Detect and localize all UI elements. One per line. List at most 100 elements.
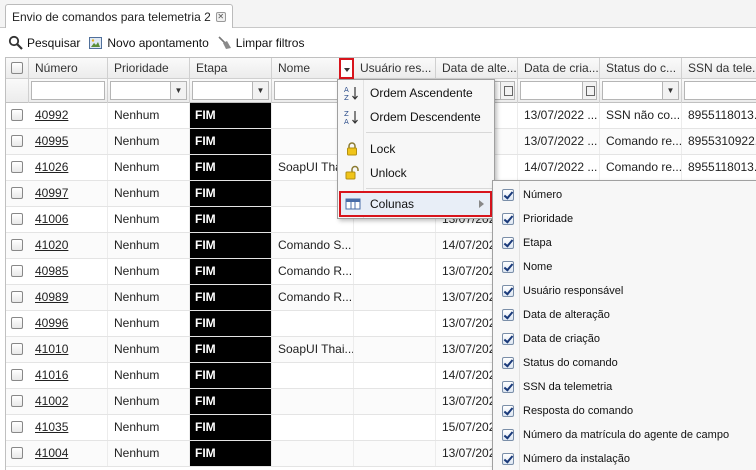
- cell-numero[interactable]: 41035: [29, 415, 108, 440]
- calendar-icon[interactable]: [500, 82, 514, 99]
- cell-numero[interactable]: 40989: [29, 285, 108, 310]
- menu-item-lock[interactable]: Lock: [338, 137, 494, 161]
- column-toggle-item[interactable]: Data de criação: [493, 327, 756, 351]
- cell-numero[interactable]: 40997: [29, 181, 108, 206]
- cell-nome: [272, 363, 354, 388]
- filter-data-criacao-input[interactable]: [520, 81, 597, 100]
- cell-numero[interactable]: 41006: [29, 207, 108, 232]
- column-toggle-item[interactable]: SSN da telemetria: [493, 375, 756, 399]
- checkbox-checked-icon[interactable]: [502, 429, 514, 441]
- tab-close-icon[interactable]: ✕: [215, 11, 226, 22]
- cell-numero[interactable]: 41002: [29, 389, 108, 414]
- column-toggle-item[interactable]: Data de alteração: [493, 303, 756, 327]
- cell-numero[interactable]: 41020: [29, 233, 108, 258]
- cell-etapa: FIM: [190, 441, 272, 466]
- cell-nome: Comando R...: [272, 259, 354, 284]
- row-checkbox[interactable]: [11, 109, 23, 121]
- checkbox-checked-icon[interactable]: [502, 261, 514, 273]
- header-numero[interactable]: Número: [29, 58, 108, 79]
- checkbox-checked-icon[interactable]: [502, 333, 514, 345]
- chevron-down-icon[interactable]: ▼: [662, 82, 678, 99]
- cell-data-criacao: 13/07/2022 ...: [518, 103, 600, 128]
- filter-numero-input[interactable]: [31, 81, 105, 100]
- cell-etapa: FIM: [190, 259, 272, 284]
- chevron-down-icon[interactable]: ▼: [252, 82, 268, 99]
- checkbox-checked-icon[interactable]: [502, 285, 514, 297]
- header-data-alteracao[interactable]: Data de alte...: [436, 58, 518, 79]
- checkbox-checked-icon[interactable]: [502, 213, 514, 225]
- row-checkbox[interactable]: [11, 395, 23, 407]
- cell-nome: Comando S...: [272, 233, 354, 258]
- chevron-down-icon[interactable]: ▼: [170, 82, 186, 99]
- select-all-header: [6, 58, 29, 79]
- cell-nome: SoapUI Thai...: [272, 337, 354, 362]
- cell-numero[interactable]: 41016: [29, 363, 108, 388]
- filter-status-select[interactable]: ▼: [602, 81, 679, 100]
- cell-numero[interactable]: 40985: [29, 259, 108, 284]
- cell-numero[interactable]: 41004: [29, 441, 108, 466]
- column-toggle-item[interactable]: Etapa: [493, 231, 756, 255]
- filter-prioridade-select[interactable]: ▼: [110, 81, 187, 100]
- cell-numero[interactable]: 41010: [29, 337, 108, 362]
- header-prioridade[interactable]: Prioridade: [108, 58, 190, 79]
- new-entry-button[interactable]: Novo apontamento: [88, 35, 209, 51]
- header-etapa[interactable]: Etapa: [190, 58, 272, 79]
- header-status[interactable]: Status do c...: [600, 58, 682, 79]
- row-checkbox[interactable]: [11, 369, 23, 381]
- checkbox-checked-icon[interactable]: [502, 453, 514, 465]
- header-ssn[interactable]: SSN da tele...: [682, 58, 756, 79]
- header-data-criacao[interactable]: Data de cria...: [518, 58, 600, 79]
- row-checkbox[interactable]: [11, 421, 23, 433]
- menu-item-sort-desc[interactable]: ZA Ordem Descendente: [338, 105, 494, 129]
- image-doc-icon: [89, 36, 103, 49]
- column-menu-trigger[interactable]: [339, 58, 354, 79]
- select-all-checkbox[interactable]: [11, 62, 23, 74]
- calendar-icon[interactable]: [582, 82, 596, 99]
- header-usuario[interactable]: Usuário res...: [354, 58, 436, 79]
- checkbox-checked-icon[interactable]: [502, 381, 514, 393]
- column-toggle-item[interactable]: Número da matrícula do agente de campo: [493, 423, 756, 447]
- column-toggle-item[interactable]: Nome: [493, 255, 756, 279]
- checkbox-checked-icon[interactable]: [502, 237, 514, 249]
- row-checkbox[interactable]: [11, 343, 23, 355]
- cell-prioridade: Nenhum: [108, 155, 190, 180]
- row-checkbox[interactable]: [11, 161, 23, 173]
- column-toggle-item[interactable]: Número da instalação: [493, 447, 756, 470]
- checkbox-checked-icon[interactable]: [502, 405, 514, 417]
- row-checkbox[interactable]: [11, 187, 23, 199]
- filter-ssn-input[interactable]: [684, 81, 756, 100]
- menu-item-sort-asc[interactable]: AZ Ordem Ascendente: [338, 81, 494, 105]
- row-checkbox[interactable]: [11, 317, 23, 329]
- checkbox-checked-icon[interactable]: [502, 357, 514, 369]
- column-toggle-item[interactable]: Status do comando: [493, 351, 756, 375]
- new-entry-label: Novo apontamento: [107, 35, 209, 50]
- columns-icon: [345, 198, 361, 210]
- row-checkbox[interactable]: [11, 213, 23, 225]
- menu-item-unlock[interactable]: Unlock: [338, 161, 494, 185]
- column-toggle-item[interactable]: Prioridade: [493, 207, 756, 231]
- cell-numero[interactable]: 40995: [29, 129, 108, 154]
- menu-item-columns[interactable]: Colunas: [339, 191, 492, 217]
- cell-prioridade: Nenhum: [108, 233, 190, 258]
- column-toggle-item[interactable]: Resposta do comando: [493, 399, 756, 423]
- cell-usuario: [354, 337, 436, 362]
- checkbox-checked-icon[interactable]: [502, 189, 514, 201]
- filter-etapa-select[interactable]: ▼: [192, 81, 269, 100]
- row-checkbox[interactable]: [11, 239, 23, 251]
- row-checkbox[interactable]: [11, 447, 23, 459]
- cell-prioridade: Nenhum: [108, 311, 190, 336]
- cell-numero[interactable]: 41026: [29, 155, 108, 180]
- row-checkbox[interactable]: [11, 265, 23, 277]
- checkbox-checked-icon[interactable]: [502, 309, 514, 321]
- cell-numero[interactable]: 40996: [29, 311, 108, 336]
- row-checkbox[interactable]: [11, 135, 23, 147]
- cell-numero[interactable]: 40992: [29, 103, 108, 128]
- row-checkbox[interactable]: [11, 291, 23, 303]
- column-toggle-item[interactable]: Número: [493, 183, 756, 207]
- tab-envio-comandos[interactable]: Envio de comandos para telemetria 2 ✕: [5, 4, 233, 28]
- cell-usuario: [354, 311, 436, 336]
- column-toggle-item[interactable]: Usuário responsável: [493, 279, 756, 303]
- search-button[interactable]: Pesquisar: [8, 35, 80, 51]
- menu-item-sort-desc-label: Ordem Descendente: [370, 110, 481, 124]
- clear-filters-button[interactable]: Limpar filtros: [217, 35, 304, 51]
